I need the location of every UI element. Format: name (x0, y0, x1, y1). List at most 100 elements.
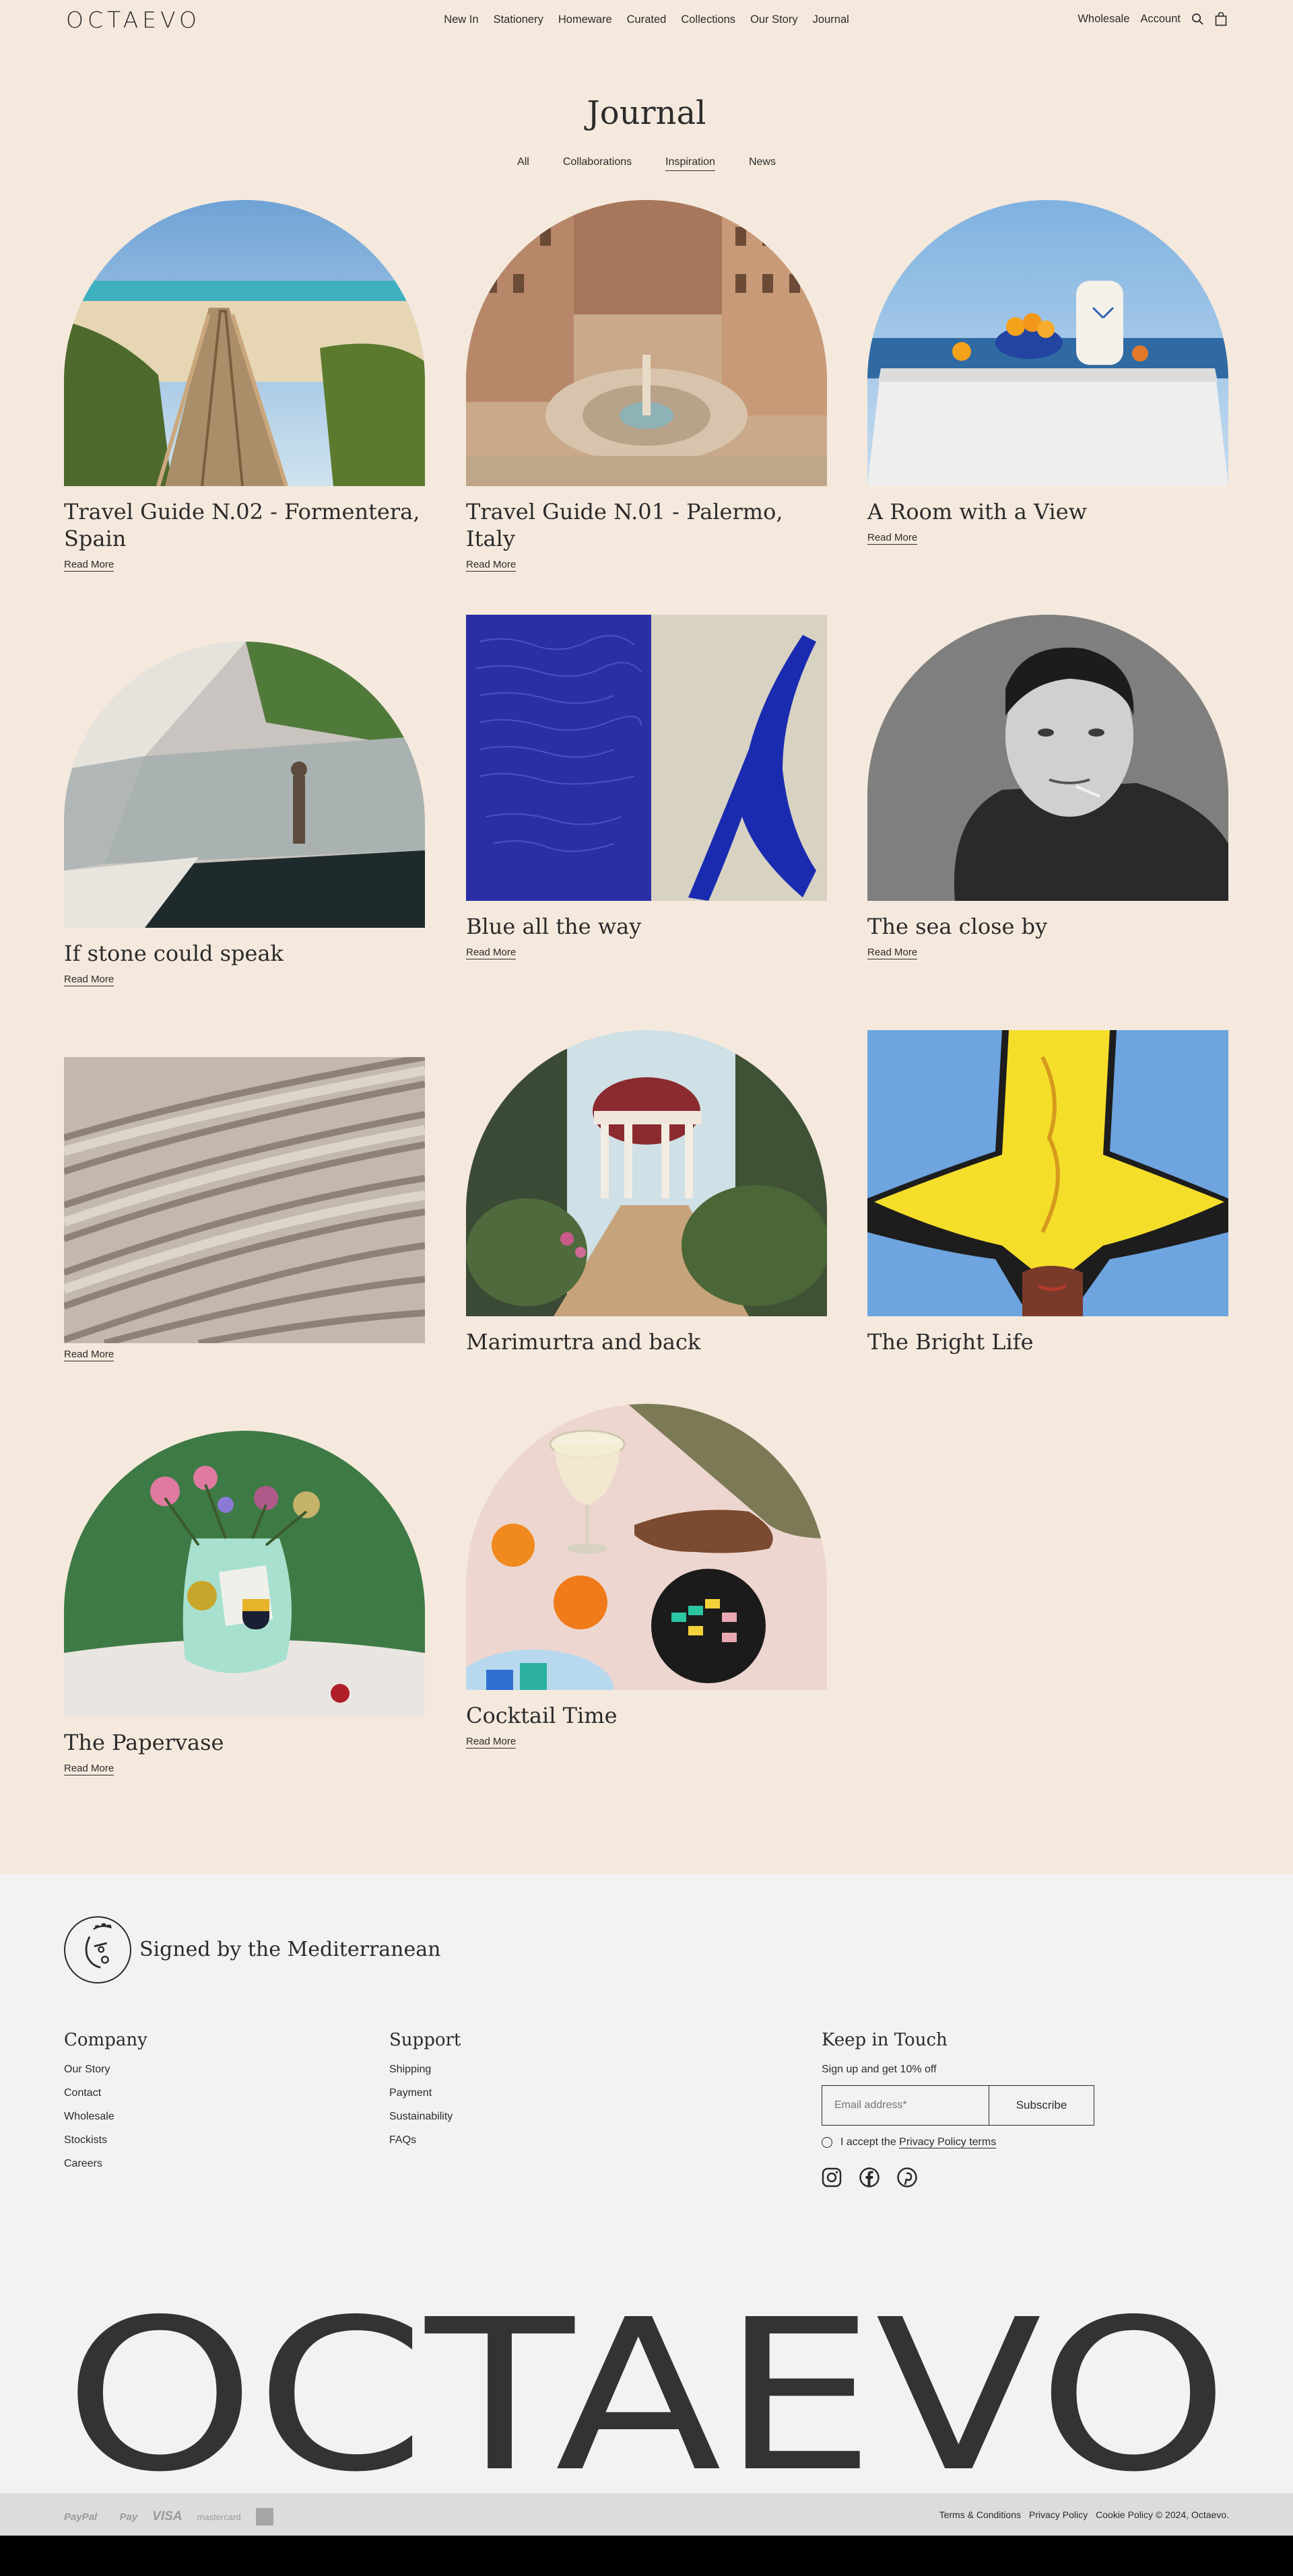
article-card: Read More (64, 1057, 425, 1361)
nav-homeware[interactable]: Homeware (558, 13, 612, 26)
article-image[interactable] (466, 1404, 827, 1690)
footer-heading: Keep in Touch (822, 2030, 948, 2050)
article-card: A Room with a View Read More (867, 200, 1228, 545)
filter-news[interactable]: News (749, 156, 776, 171)
search-icon[interactable] (1191, 13, 1204, 26)
footer-company: Company Our Story Contact Wholesale Stoc… (64, 2030, 147, 2181)
bottom-strip (0, 2536, 1293, 2576)
article-image[interactable] (867, 615, 1228, 901)
article-title[interactable]: The Papervase (64, 1729, 425, 1756)
article-image[interactable] (466, 615, 827, 901)
apple-pay-icon: Pay (112, 2511, 137, 2523)
article-title[interactable]: The Bright Life (867, 1328, 1228, 1355)
pinterest-icon[interactable] (897, 2167, 917, 2191)
read-more-link[interactable]: Read More (64, 1349, 114, 1361)
site-footer: Signed by the Mediterranean Company Our … (0, 1874, 1293, 2518)
instagram-icon[interactable] (822, 2167, 842, 2191)
payment-methods: PayPal Pay VISA mastercard (64, 2508, 273, 2526)
social-links (822, 2167, 1094, 2191)
article-card: Travel Guide N.02 - Formentera, Spain Re… (64, 200, 425, 572)
read-more-link[interactable]: Read More (466, 1736, 517, 1749)
article-card: The Bright Life (867, 1030, 1228, 1355)
footer-link-contact[interactable]: Contact (64, 2087, 101, 2099)
page-title: Journal (587, 94, 706, 132)
read-more-link[interactable]: Read More (466, 559, 517, 572)
footer-support: Support Shipping Payment Sustainability … (389, 2030, 461, 2158)
footer-wordmark: OCTAEVO (64, 2275, 1229, 2518)
legal-links: Terms & Conditions Privacy Policy Cookie… (939, 2509, 1229, 2520)
footer-link-stockists[interactable]: Stockists (64, 2134, 107, 2146)
article-image[interactable] (466, 1030, 827, 1316)
privacy-policy-link[interactable]: Privacy Policy terms (899, 2136, 997, 2148)
brand-emblem-icon (64, 1916, 131, 1984)
read-more-link[interactable]: Read More (64, 1763, 114, 1775)
privacy-consent: I accept the Privacy Policy terms (822, 2136, 1094, 2148)
article-title[interactable]: Travel Guide N.02 - Formentera, Spain (64, 498, 425, 552)
nav-wholesale[interactable]: Wholesale (1078, 13, 1129, 26)
article-card: If stone could speak Read More (64, 642, 425, 986)
article-image[interactable] (466, 200, 827, 486)
cookie-policy-link[interactable]: Cookie Policy © 2024, Octaevo. (1096, 2509, 1229, 2520)
nav-curated[interactable]: Curated (627, 13, 667, 26)
article-card: Blue all the way Read More (466, 615, 827, 959)
article-image[interactable] (64, 642, 425, 928)
mastercard-icon: mastercard (189, 2511, 241, 2522)
footer-link-wholesale[interactable]: Wholesale (64, 2111, 114, 2122)
read-more-link[interactable]: Read More (64, 974, 114, 986)
privacy-link[interactable]: Privacy Policy (1029, 2509, 1088, 2520)
shopping-bag-icon[interactable] (1215, 12, 1227, 26)
nav-stationery[interactable]: Stationery (494, 13, 543, 26)
article-image[interactable] (64, 200, 425, 486)
footer-heading: Company (64, 2030, 147, 2050)
article-image[interactable] (867, 200, 1228, 486)
terms-link[interactable]: Terms & Conditions (939, 2509, 1021, 2520)
article-title[interactable]: If stone could speak (64, 940, 425, 967)
article-title[interactable]: Cocktail Time (466, 1702, 827, 1729)
bottom-bar: PayPal Pay VISA mastercard Terms & Cond… (0, 2493, 1293, 2536)
article-title[interactable]: Marimurtra and back (466, 1328, 827, 1355)
article-card: Travel Guide N.01 - Palermo, Italy Read … (466, 200, 827, 572)
footer-link-shipping[interactable]: Shipping (389, 2064, 431, 2075)
consent-label: I accept the (840, 2136, 896, 2148)
article-card: The Papervase Read More (64, 1431, 425, 1775)
article-title[interactable]: A Room with a View (867, 498, 1228, 525)
newsletter-lead: Sign up and get 10% off (822, 2064, 937, 2075)
article-card: Cocktail Time Read More (466, 1404, 827, 1749)
article-title[interactable]: The sea close by (867, 913, 1228, 940)
visa-icon: VISA (144, 2509, 182, 2523)
footer-newsletter: Keep in Touch Sign up and get 10% off Su… (822, 2030, 1094, 2191)
read-more-link[interactable]: Read More (867, 532, 918, 545)
article-image[interactable] (867, 1030, 1228, 1316)
facebook-icon[interactable] (859, 2167, 880, 2191)
read-more-link[interactable]: Read More (466, 947, 517, 959)
paypal-icon: PayPal (64, 2511, 98, 2523)
nav-journal[interactable]: Journal (813, 13, 849, 26)
filter-all[interactable]: All (517, 156, 529, 171)
subscribe-button[interactable]: Subscribe (989, 2086, 1094, 2125)
footer-link-payment[interactable]: Payment (389, 2087, 432, 2099)
article-card: The sea close by Read More (867, 615, 1228, 959)
article-title[interactable]: Travel Guide N.01 - Palermo, Italy (466, 498, 827, 552)
email-field[interactable] (822, 2086, 989, 2125)
nav-our-story[interactable]: Our Story (750, 13, 798, 26)
read-more-link[interactable]: Read More (64, 559, 114, 572)
nav-collections[interactable]: Collections (681, 13, 735, 26)
footer-link-faqs[interactable]: FAQs (389, 2134, 416, 2146)
nav-new-in[interactable]: New In (444, 13, 478, 26)
amex-icon (255, 2508, 273, 2526)
footer-link-careers[interactable]: Careers (64, 2158, 102, 2169)
nav-account[interactable]: Account (1140, 13, 1181, 26)
article-card: Marimurtra and back (466, 1030, 827, 1355)
site-header: OCTAEVO New In Stationery Homeware Curat… (0, 0, 1293, 40)
consent-radio[interactable] (822, 2137, 832, 2148)
footer-link-sustainability[interactable]: Sustainability (389, 2111, 453, 2122)
footer-tagline: Signed by the Mediterranean (139, 1938, 441, 1961)
article-title[interactable]: Blue all the way (466, 913, 827, 940)
article-image[interactable] (64, 1431, 425, 1717)
footer-link-our-story[interactable]: Our Story (64, 2064, 110, 2075)
filter-collaborations[interactable]: Collaborations (563, 156, 632, 171)
journal-filters: All Collaborations Inspiration News (0, 156, 1293, 171)
filter-inspiration[interactable]: Inspiration (665, 156, 715, 171)
read-more-link[interactable]: Read More (867, 947, 918, 959)
article-image[interactable] (64, 1057, 425, 1343)
